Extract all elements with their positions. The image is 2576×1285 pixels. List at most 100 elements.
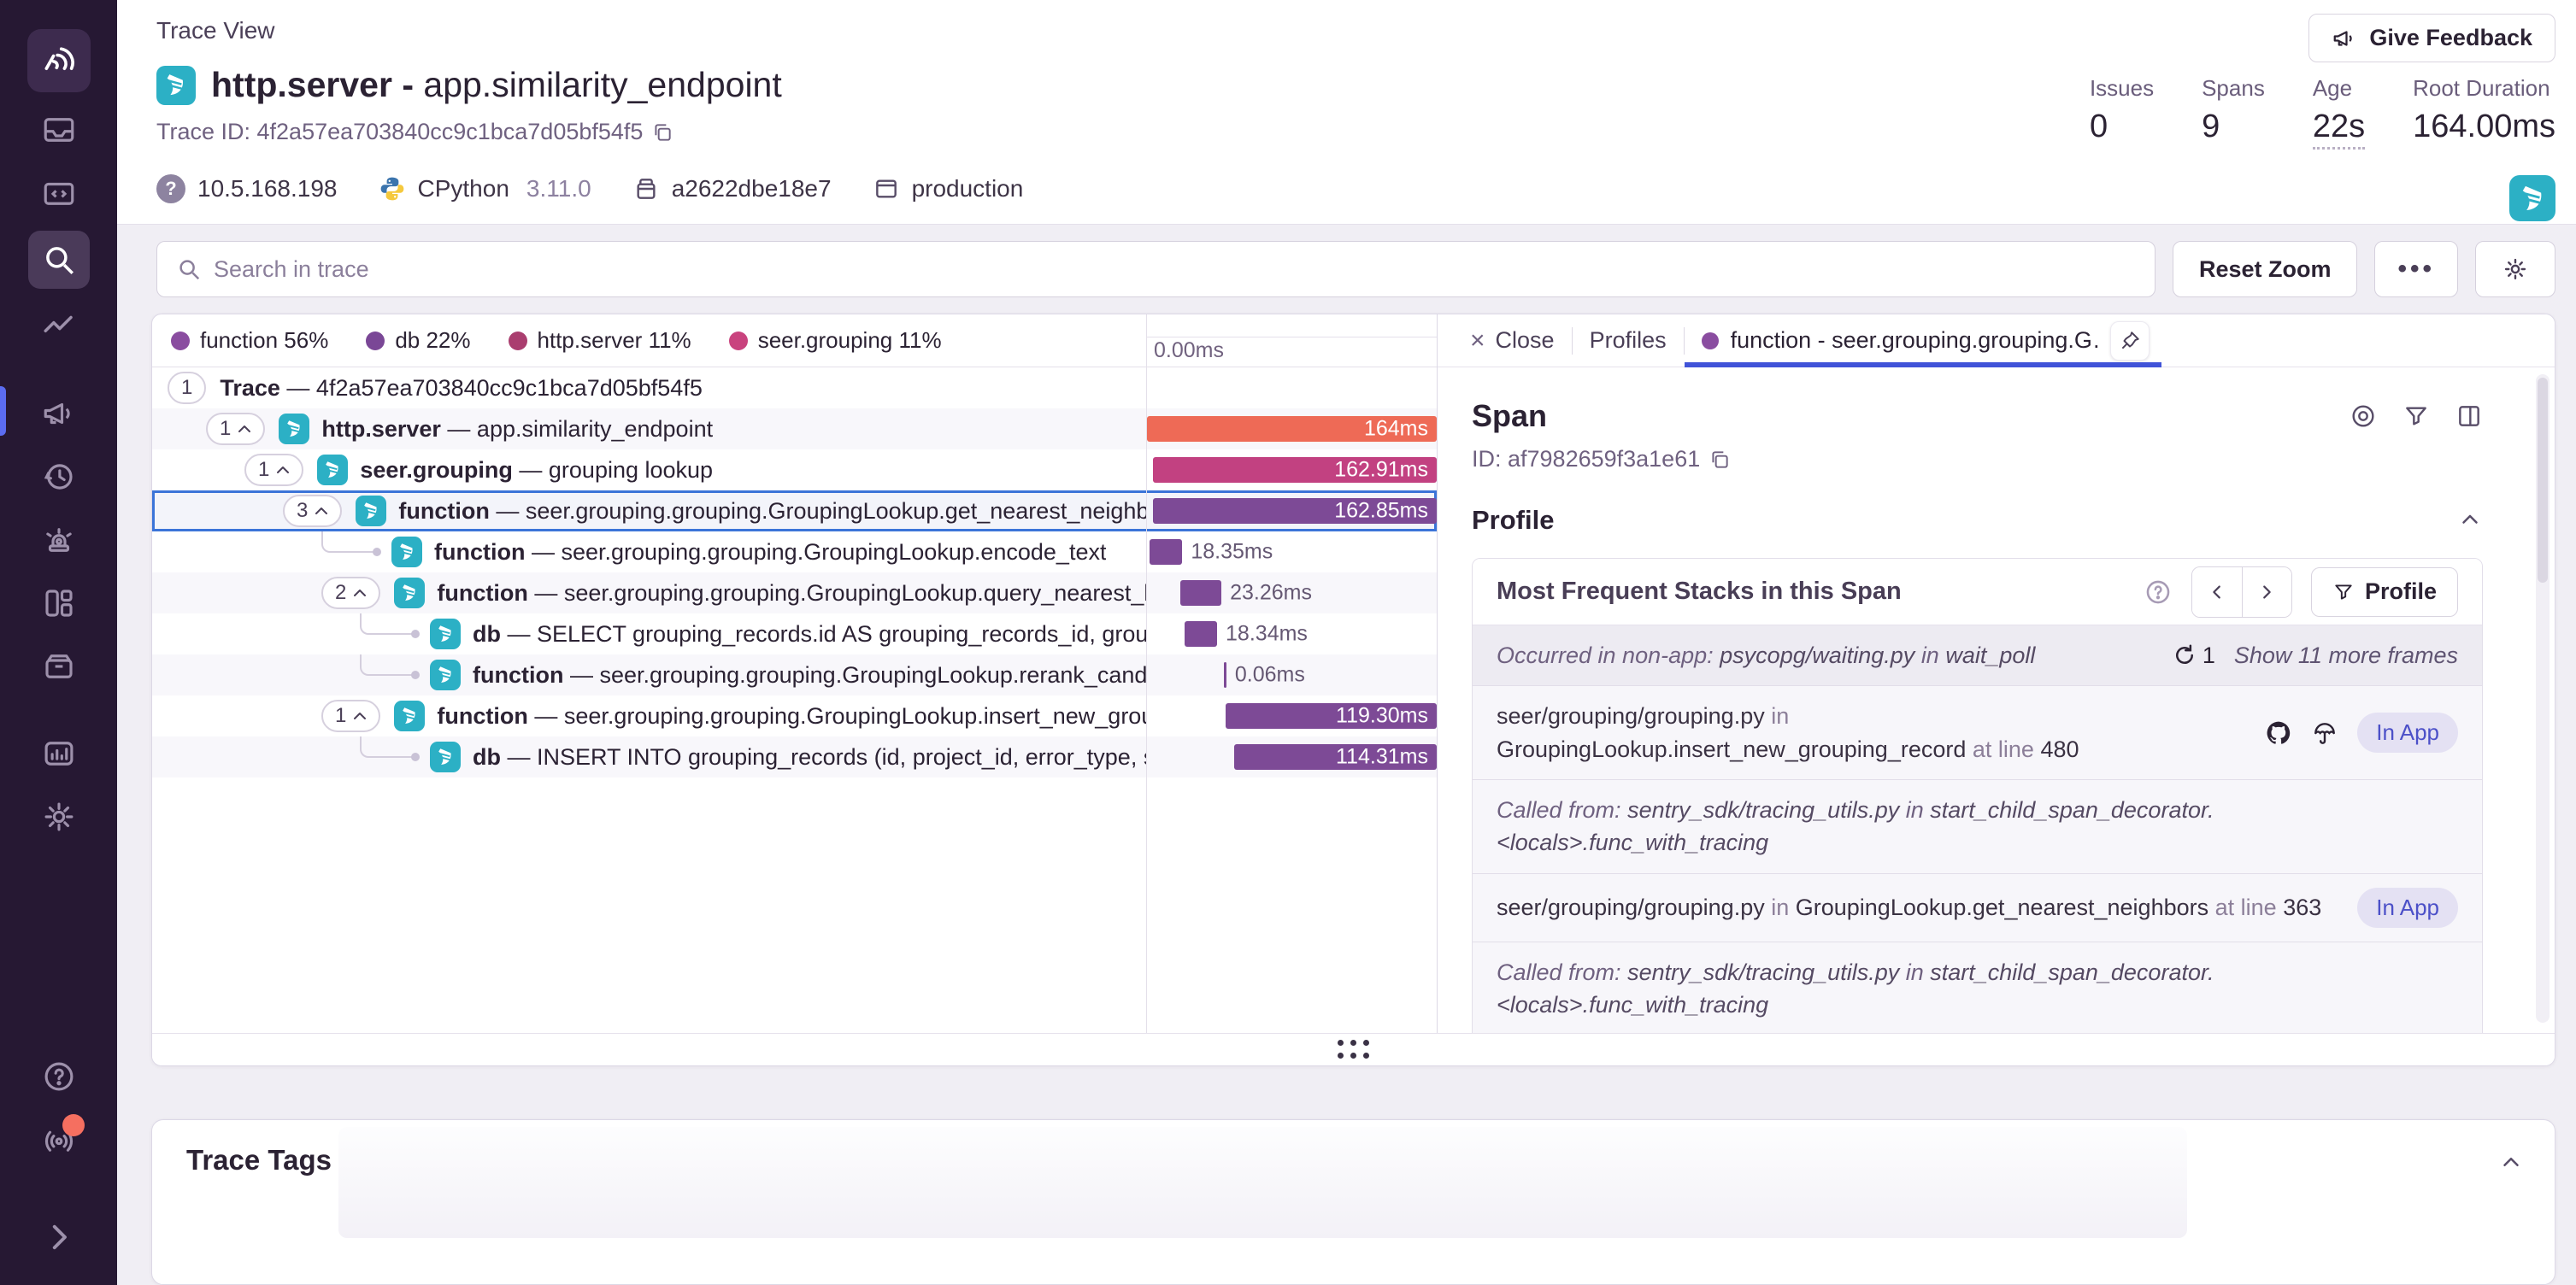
- span-duration-bar[interactable]: [1185, 621, 1217, 647]
- span-tree-row[interactable]: function — seer.grouping.grouping.Groupi…: [152, 654, 1437, 695]
- sidebar-item-metrics[interactable]: [28, 301, 90, 352]
- trace-toolbar: Reset Zoom •••: [156, 241, 2555, 297]
- sentry-logo[interactable]: [27, 29, 91, 92]
- seer-icon[interactable]: [2311, 719, 2338, 747]
- legend-item-seer-grouping: seer.grouping 11%: [729, 327, 942, 354]
- span-duration-cell[interactable]: 162.91ms: [1146, 449, 1437, 490]
- next-stack-button[interactable]: [2242, 567, 2291, 617]
- span-duration-label: 114.31ms: [1336, 745, 1428, 770]
- span-row-label: seer.grouping — grouping lookup: [360, 457, 713, 484]
- children-count-badge[interactable]: 3: [283, 495, 342, 527]
- span-tree-row[interactable]: 1 seer.grouping — grouping lookup 162.91ms: [152, 449, 1437, 490]
- github-icon[interactable]: [2265, 719, 2292, 747]
- trace-settings-button[interactable]: [2475, 241, 2555, 297]
- span-duration-cell[interactable]: 162.85ms: [1146, 490, 1437, 531]
- more-options-button[interactable]: •••: [2374, 241, 2458, 297]
- legend-dot: [366, 332, 385, 350]
- give-feedback-button[interactable]: Give Feedback: [2308, 14, 2555, 62]
- span-duration-bar[interactable]: 164ms: [1147, 416, 1437, 442]
- sidebar-item-releases[interactable]: [28, 641, 90, 692]
- span-duration-bar[interactable]: 119.30ms: [1226, 703, 1437, 729]
- children-count-badge[interactable]: 1: [321, 700, 380, 732]
- children-count-badge[interactable]: 2: [321, 577, 380, 609]
- span-tree-row[interactable]: 1http.server — app.similarity_endpoint16…: [152, 408, 1437, 449]
- span-duration-cell[interactable]: 119.30ms: [1146, 695, 1437, 736]
- span-duration-bar[interactable]: 162.85ms: [1153, 498, 1437, 524]
- span-duration-bar[interactable]: 162.91ms: [1153, 457, 1437, 483]
- main-content: Trace View Give Feedback http.server - a…: [117, 0, 2576, 1285]
- span-duration-bar[interactable]: [1224, 662, 1226, 688]
- sidebar-item-feedback[interactable]: [28, 388, 90, 439]
- span-tree-row[interactable]: function — seer.grouping.grouping.Groupi…: [152, 531, 1437, 572]
- span-id[interactable]: ID: af7982659f3a1e61: [1472, 446, 2520, 472]
- span-duration-bar[interactable]: 114.31ms: [1234, 744, 1437, 770]
- sidebar-item-issues[interactable]: [28, 104, 90, 155]
- trace-search[interactable]: [156, 241, 2155, 297]
- reset-zoom-button[interactable]: Reset Zoom: [2173, 241, 2358, 297]
- meta-environment: production: [873, 175, 1024, 202]
- search-input[interactable]: [214, 256, 2136, 283]
- prev-stack-button[interactable]: [2192, 567, 2242, 617]
- span-tree-row[interactable]: 2function — seer.grouping.grouping.Group…: [152, 572, 1437, 613]
- copy-icon[interactable]: [1709, 449, 1731, 471]
- close-tab-button[interactable]: × Close: [1453, 314, 1572, 367]
- split-layout-icon[interactable]: [2455, 402, 2483, 430]
- sidebar-item-settings[interactable]: [28, 791, 90, 842]
- sidebar-item-alerts[interactable]: [28, 514, 90, 566]
- span-tree-row[interactable]: db — INSERT INTO grouping_records (id, p…: [152, 736, 1437, 777]
- sidebar-item-stats[interactable]: [28, 728, 90, 779]
- filter-icon[interactable]: [2403, 402, 2430, 430]
- children-count-badge[interactable]: 1: [244, 454, 303, 486]
- copy-icon[interactable]: [651, 121, 673, 144]
- detail-scrollbar[interactable]: [2536, 374, 2550, 1023]
- span-duration-cell[interactable]: [1146, 367, 1437, 408]
- span-duration-bar[interactable]: [1150, 539, 1182, 565]
- span-tree-row[interactable]: 1function — seer.grouping.grouping.Group…: [152, 695, 1437, 736]
- window-icon: [873, 175, 900, 202]
- stack-frame-row[interactable]: seer/grouping/grouping.py in GroupingLoo…: [1473, 685, 2482, 779]
- span-duration-cell[interactable]: 18.35ms: [1146, 531, 1437, 572]
- sidebar-collapse-button[interactable]: [28, 1212, 90, 1263]
- show-more-frames-link[interactable]: Show 11 more frames: [2234, 642, 2458, 669]
- tab-profiles[interactable]: Profiles: [1573, 314, 1684, 367]
- drag-handle[interactable]: [1338, 1040, 1370, 1059]
- tree-connector: [360, 654, 416, 676]
- trace-tree-header: function 56%db 22%http.server 11%seer.gr…: [152, 314, 1437, 367]
- open-profile-button[interactable]: Profile: [2311, 567, 2458, 617]
- span-duration-cell[interactable]: 164ms: [1146, 408, 1437, 449]
- span-duration-bar[interactable]: [1180, 580, 1221, 606]
- span-duration-label: 0.06ms: [1235, 663, 1305, 688]
- sidebar-item-explore[interactable]: [28, 167, 90, 219]
- sidebar-item-whats-new[interactable]: [28, 1114, 90, 1165]
- sidebar-item-help[interactable]: [28, 1051, 90, 1102]
- sidebar-item-search[interactable]: [28, 231, 90, 289]
- chevron-up-icon[interactable]: [2457, 508, 2483, 533]
- span-duration-cell[interactable]: 114.31ms: [1146, 736, 1437, 777]
- span-tree-row[interactable]: 3function — seer.grouping.grouping.Group…: [152, 490, 1437, 531]
- stacks-card-header: Most Frequent Stacks in this Span Profil…: [1473, 559, 2482, 625]
- span-tree-row[interactable]: 1Trace — 4f2a57ea703840cc9c1bca7d05bf54f…: [152, 367, 1437, 408]
- chevron-up-icon[interactable]: [2498, 1149, 2524, 1175]
- focus-icon[interactable]: [2350, 402, 2377, 430]
- children-count-badge[interactable]: 1: [206, 413, 265, 445]
- help-circle-icon[interactable]: [2144, 578, 2173, 607]
- span-tree-row[interactable]: db — SELECT grouping_records.id AS group…: [152, 613, 1437, 654]
- refresh-icon: [2172, 642, 2197, 668]
- op-color-dot: [1702, 332, 1719, 349]
- span-op-icon: [356, 496, 386, 526]
- stack-frames-list: seer/grouping/grouping.py in GroupingLoo…: [1473, 685, 2482, 1033]
- sidebar-item-replays[interactable]: [28, 451, 90, 502]
- stack-frame-row[interactable]: seer/grouping/grouping.py in GroupingLoo…: [1473, 873, 2482, 942]
- span-row-label: function — seer.grouping.grouping.Groupi…: [434, 539, 1106, 566]
- span-duration-cell[interactable]: 23.26ms: [1146, 572, 1437, 613]
- span-duration-cell[interactable]: 0.06ms: [1146, 654, 1437, 695]
- legend-item-function: function 56%: [171, 327, 328, 354]
- profile-section-header[interactable]: Profile: [1472, 505, 2520, 536]
- frame-text: Called from: sentry_sdk/tracing_utils.py…: [1497, 794, 2458, 860]
- tab-span-function[interactable]: function - seer.grouping.grouping.G…: [1685, 314, 2161, 367]
- children-count-badge[interactable]: 1: [168, 372, 206, 404]
- span-duration-cell[interactable]: 18.34ms: [1146, 613, 1437, 654]
- sidebar-item-dashboards[interactable]: [28, 578, 90, 629]
- trace-waterfall-panel: function 56%db 22%http.server 11%seer.gr…: [151, 314, 2555, 1066]
- pin-tab-button[interactable]: [2110, 321, 2150, 361]
